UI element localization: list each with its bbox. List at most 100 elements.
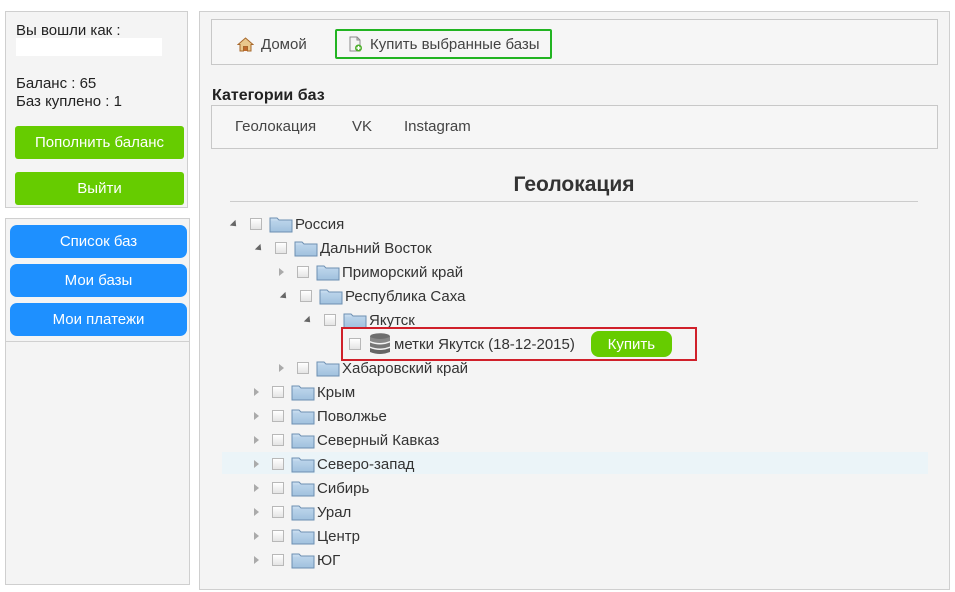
folder-icon	[294, 239, 318, 257]
folder-icon	[291, 479, 315, 497]
tree-node-khabarovsk: Хабаровский край	[279, 356, 468, 380]
buy-selected-button[interactable]: Купить выбранные базы	[335, 29, 552, 59]
tree-node-label[interactable]: Дальний Восток	[320, 240, 432, 257]
tree-node-russia: Россия	[229, 212, 344, 236]
collapse-toggle[interactable]	[279, 291, 290, 301]
expand-toggle[interactable]	[254, 460, 259, 468]
folder-icon	[291, 455, 315, 473]
checkbox[interactable]	[324, 314, 336, 326]
checkbox[interactable]	[297, 266, 309, 278]
folder-icon	[291, 527, 315, 545]
categories-title: Категории баз	[212, 87, 325, 104]
tree-node-label[interactable]: Якутск	[369, 312, 415, 329]
logout-button[interactable]: Выйти	[15, 172, 184, 205]
tree-node-label[interactable]: Приморский край	[342, 264, 463, 281]
tree-node-south: ЮГ	[254, 548, 340, 572]
tree-node-northwest: Северо-запад	[254, 452, 414, 476]
folder-icon	[291, 431, 315, 449]
checkbox[interactable]	[300, 290, 312, 302]
nav-databases-list[interactable]: Список баз	[10, 225, 187, 258]
folder-icon	[319, 287, 343, 305]
checkbox[interactable]	[272, 434, 284, 446]
checkbox[interactable]	[272, 506, 284, 518]
tree-node-label[interactable]: Сибирь	[317, 480, 369, 497]
home-label: Домой	[261, 35, 307, 53]
topup-balance-button[interactable]: Пополнить баланс	[15, 126, 184, 159]
nav-my-databases[interactable]: Мои базы	[10, 264, 187, 297]
nav-my-payments[interactable]: Мои платежи	[10, 303, 187, 336]
buy-button[interactable]: Купить	[590, 331, 672, 357]
tree-node-center: Центр	[254, 524, 360, 548]
home-icon	[237, 36, 254, 51]
geolocation-divider	[230, 201, 918, 202]
toolbar: Домой Купить выбранные базы	[211, 19, 938, 65]
expand-toggle[interactable]	[279, 364, 284, 372]
collapse-toggle[interactable]	[254, 243, 265, 253]
expand-toggle[interactable]	[254, 532, 259, 540]
nav-panel: Список баз Мои базы Мои платежи	[5, 218, 190, 585]
user-panel: Вы вошли как : Баланс : 65 Баз куплено :…	[5, 11, 188, 208]
tree-leaf-label[interactable]: метки Якутск (18-12-2015)	[394, 336, 575, 353]
buy-selected-label: Купить выбранные базы	[370, 35, 540, 53]
checkbox[interactable]	[272, 410, 284, 422]
categories-tabs: Геолокация VK Instagram	[211, 105, 938, 149]
tab-vk[interactable]: VK	[352, 118, 372, 135]
tree-node-label[interactable]: Урал	[317, 504, 351, 521]
checkbox[interactable]	[272, 554, 284, 566]
checkbox[interactable]	[272, 386, 284, 398]
tree-node-ural: Урал	[254, 500, 351, 524]
tab-geolocation[interactable]: Геолокация	[235, 118, 316, 135]
expand-toggle[interactable]	[254, 508, 259, 516]
checkbox[interactable]	[275, 242, 287, 254]
tree-node-label[interactable]: Поволжье	[317, 408, 387, 425]
bought-count-label: Баз куплено : 1	[16, 93, 122, 110]
tree-node-volga: Поволжье	[254, 404, 387, 428]
collapse-toggle[interactable]	[229, 219, 240, 229]
main-panel: Домой Купить выбранные базы Категории ба…	[199, 11, 950, 590]
nav-divider	[6, 341, 189, 342]
expand-toggle[interactable]	[254, 556, 259, 564]
folder-icon	[291, 383, 315, 401]
checkbox[interactable]	[349, 338, 361, 350]
checkbox[interactable]	[272, 458, 284, 470]
tree-node-label[interactable]: Россия	[295, 216, 344, 233]
tree-leaf-yakutsk-tags: метки Якутск (18-12-2015) Купить	[349, 331, 672, 357]
logged-in-label: Вы вошли как :	[16, 22, 121, 39]
balance-label: Баланс : 65	[16, 75, 97, 92]
tree-node-siberia: Сибирь	[254, 476, 369, 500]
tree-node-label[interactable]: Северо-запад	[317, 456, 414, 473]
geolocation-title: Геолокация	[513, 173, 635, 196]
expand-toggle[interactable]	[254, 484, 259, 492]
folder-icon	[291, 407, 315, 425]
folder-icon	[269, 215, 293, 233]
expand-toggle[interactable]	[254, 388, 259, 396]
checkbox[interactable]	[297, 362, 309, 374]
folder-icon	[316, 359, 340, 377]
folder-icon	[316, 263, 340, 281]
tree-node-far-east: Дальний Восток	[254, 236, 432, 260]
tab-instagram[interactable]: Instagram	[404, 118, 471, 135]
tree-node-sakha: Республика Саха	[279, 284, 465, 308]
tree-node-label[interactable]: Хабаровский край	[342, 360, 468, 377]
home-button[interactable]: Домой	[237, 29, 307, 59]
folder-icon	[291, 551, 315, 569]
expand-toggle[interactable]	[254, 436, 259, 444]
database-icon	[370, 333, 390, 354]
checkbox[interactable]	[272, 482, 284, 494]
tree-node-north-caucasus: Северный Кавказ	[254, 428, 439, 452]
tree-node-label[interactable]: ЮГ	[317, 552, 340, 569]
username-field	[16, 38, 162, 56]
folder-icon	[291, 503, 315, 521]
tree-node-crimea: Крым	[254, 380, 355, 404]
tree-node-label[interactable]: Крым	[317, 384, 355, 401]
collapse-toggle[interactable]	[303, 315, 314, 325]
expand-toggle[interactable]	[254, 412, 259, 420]
tree-node-label[interactable]: Северный Кавказ	[317, 432, 439, 449]
document-add-icon	[349, 36, 362, 52]
checkbox[interactable]	[250, 218, 262, 230]
tree-node-label[interactable]: Республика Саха	[345, 288, 465, 305]
expand-toggle[interactable]	[279, 268, 284, 276]
tree-node-primorsky: Приморский край	[279, 260, 463, 284]
checkbox[interactable]	[272, 530, 284, 542]
tree-node-label[interactable]: Центр	[317, 528, 360, 545]
